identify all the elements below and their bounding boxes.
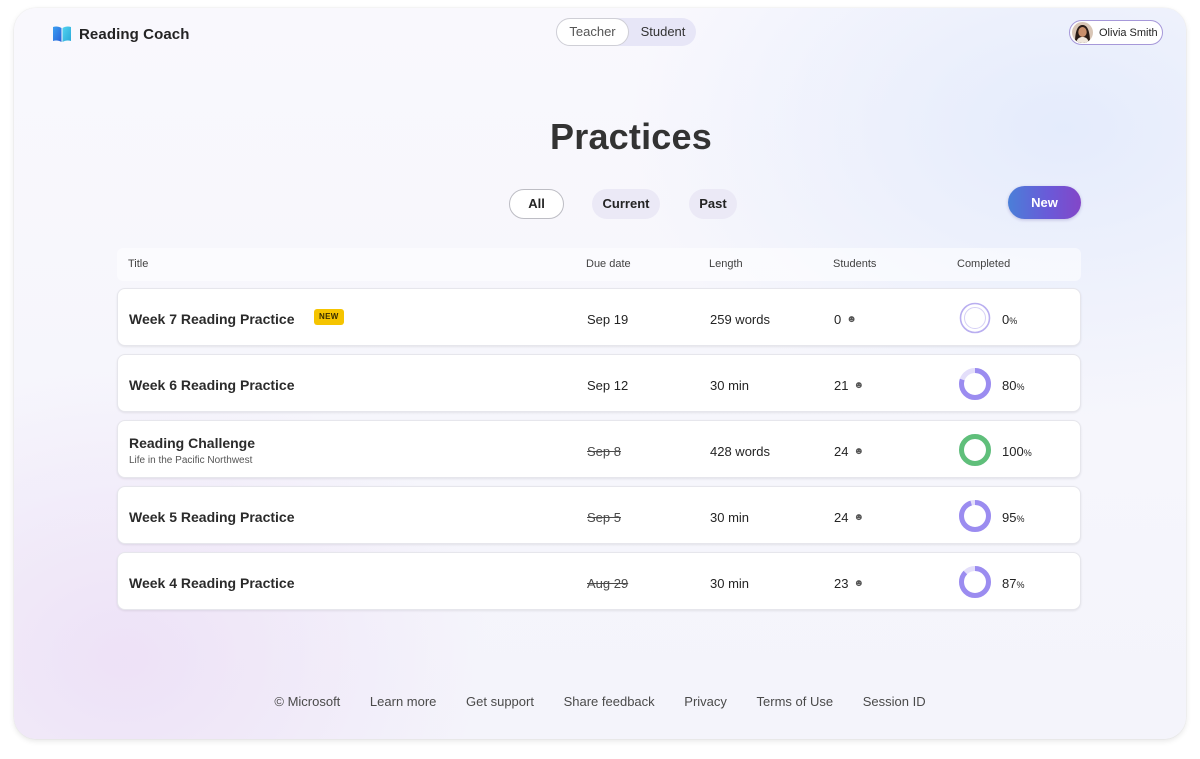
practice-title: Reading Challenge <box>129 435 256 451</box>
practice-length: 30 min <box>710 510 750 525</box>
completed-value: 87 <box>1002 576 1017 591</box>
column-header-due-date[interactable]: Due date <box>586 248 631 281</box>
due-date: Sep 5 <box>587 510 621 525</box>
completed-value: 80 <box>1002 378 1017 393</box>
practice-title: Week 6 Reading Practice <box>129 377 295 393</box>
person-icon: ☻ <box>846 314 857 325</box>
completed-percent: 87% <box>1002 576 1024 591</box>
app-name: Reading Coach <box>79 25 190 43</box>
table-row[interactable]: Week 7 Reading Practice NEW Sep 19 259 w… <box>117 288 1081 346</box>
progress-ring-icon <box>959 566 991 598</box>
practice-length: 428 words <box>710 444 770 459</box>
person-icon: ☻ <box>853 578 864 589</box>
completed-value: 95 <box>1002 510 1017 525</box>
footer-privacy-link[interactable]: Privacy <box>684 694 727 709</box>
footer-terms-link[interactable]: Terms of Use <box>757 694 834 709</box>
table-row[interactable]: Week 4 Reading Practice Aug 29 30 min 23… <box>117 552 1081 610</box>
percent-sign: % <box>1016 382 1025 392</box>
teacher-toggle-button[interactable]: Teacher <box>556 18 629 46</box>
person-icon: ☻ <box>853 446 864 457</box>
footer-share-feedback-link[interactable]: Share feedback <box>564 694 655 709</box>
student-count-value: 24 <box>834 444 849 459</box>
completed-percent: 100% <box>1002 444 1032 459</box>
avatar <box>1072 22 1093 43</box>
user-name: Olivia Smith <box>1099 26 1158 39</box>
completed-percent: 0% <box>1002 312 1017 327</box>
student-count-value: 21 <box>834 378 849 393</box>
role-toggle: Teacher Student <box>556 18 696 46</box>
due-date: Sep 12 <box>587 378 629 393</box>
column-header-title[interactable]: Title <box>128 248 148 281</box>
student-count: 0 ☻ <box>834 312 857 327</box>
due-date: Sep 8 <box>587 444 621 459</box>
progress-arc <box>959 434 991 466</box>
table-row[interactable]: Week 5 Reading Practice Sep 5 30 min 24 … <box>117 486 1081 544</box>
student-count-value: 23 <box>834 576 849 591</box>
student-count: 24 ☻ <box>834 510 864 525</box>
percent-sign: % <box>1009 316 1018 326</box>
practice-title: Week 5 Reading Practice <box>129 509 295 525</box>
app-window: Reading Coach Teacher Student Olivia Smi… <box>14 8 1186 739</box>
table-row[interactable]: Week 6 Reading Practice Sep 12 30 min 21… <box>117 354 1081 412</box>
progress-ring-icon <box>959 500 991 532</box>
footer-learn-more-link[interactable]: Learn more <box>370 694 436 709</box>
column-header-length[interactable]: Length <box>709 248 743 281</box>
person-icon: ☻ <box>853 380 864 391</box>
footer: © Microsoft Learn more Get support Share… <box>14 694 1186 709</box>
completed-percent: 95% <box>1002 510 1024 525</box>
person-icon: ☻ <box>853 512 864 523</box>
column-header-students[interactable]: Students <box>833 248 876 281</box>
due-date: Sep 19 <box>587 312 629 327</box>
practice-length: 259 words <box>710 312 770 327</box>
practice-length: 30 min <box>710 378 750 393</box>
due-date: Aug 29 <box>587 576 629 591</box>
percent-sign: % <box>1016 514 1025 524</box>
user-account-button[interactable]: Olivia Smith <box>1069 20 1163 45</box>
footer-session-id-link[interactable]: Session ID <box>863 694 926 709</box>
new-practice-button[interactable]: New <box>1008 186 1081 219</box>
practice-title: Week 4 Reading Practice <box>129 575 295 591</box>
student-count: 23 ☻ <box>834 576 864 591</box>
progress-arc <box>959 500 991 532</box>
student-count-value: 24 <box>834 510 849 525</box>
percent-sign: % <box>1016 580 1025 590</box>
column-header-completed[interactable]: Completed <box>957 248 1010 281</box>
footer-get-support-link[interactable]: Get support <box>466 694 534 709</box>
student-count-value: 0 <box>834 312 842 327</box>
filter-past-button[interactable]: Past <box>689 189 737 219</box>
progress-inner-ring <box>964 307 986 329</box>
practice-length: 30 min <box>710 576 750 591</box>
completed-percent: 80% <box>1002 378 1024 393</box>
student-count: 21 ☻ <box>834 378 864 393</box>
book-icon <box>53 26 71 42</box>
table-row[interactable]: Reading Challenge Life in the Pacific No… <box>117 420 1081 478</box>
filter-all-button[interactable]: All <box>509 189 564 219</box>
student-count: 24 ☻ <box>834 444 864 459</box>
progress-ring-icon <box>959 368 991 400</box>
percent-sign: % <box>1023 448 1032 458</box>
student-toggle-button[interactable]: Student <box>630 18 696 46</box>
brand[interactable]: Reading Coach <box>52 24 189 44</box>
practice-title: Week 7 Reading Practice <box>129 311 295 327</box>
footer-copyright: © Microsoft <box>274 694 341 709</box>
page-title: Practices <box>550 116 712 157</box>
completed-value: 100 <box>1002 444 1024 459</box>
progress-arc <box>959 566 991 598</box>
new-badge: NEW <box>314 309 344 325</box>
progress-ring-icon <box>959 302 991 334</box>
practice-subtitle: Life in the Pacific Northwest <box>129 455 253 466</box>
progress-ring-icon <box>959 434 991 466</box>
table-header: Title Due date Length Students Completed <box>117 248 1081 281</box>
filter-current-button[interactable]: Current <box>592 189 660 219</box>
